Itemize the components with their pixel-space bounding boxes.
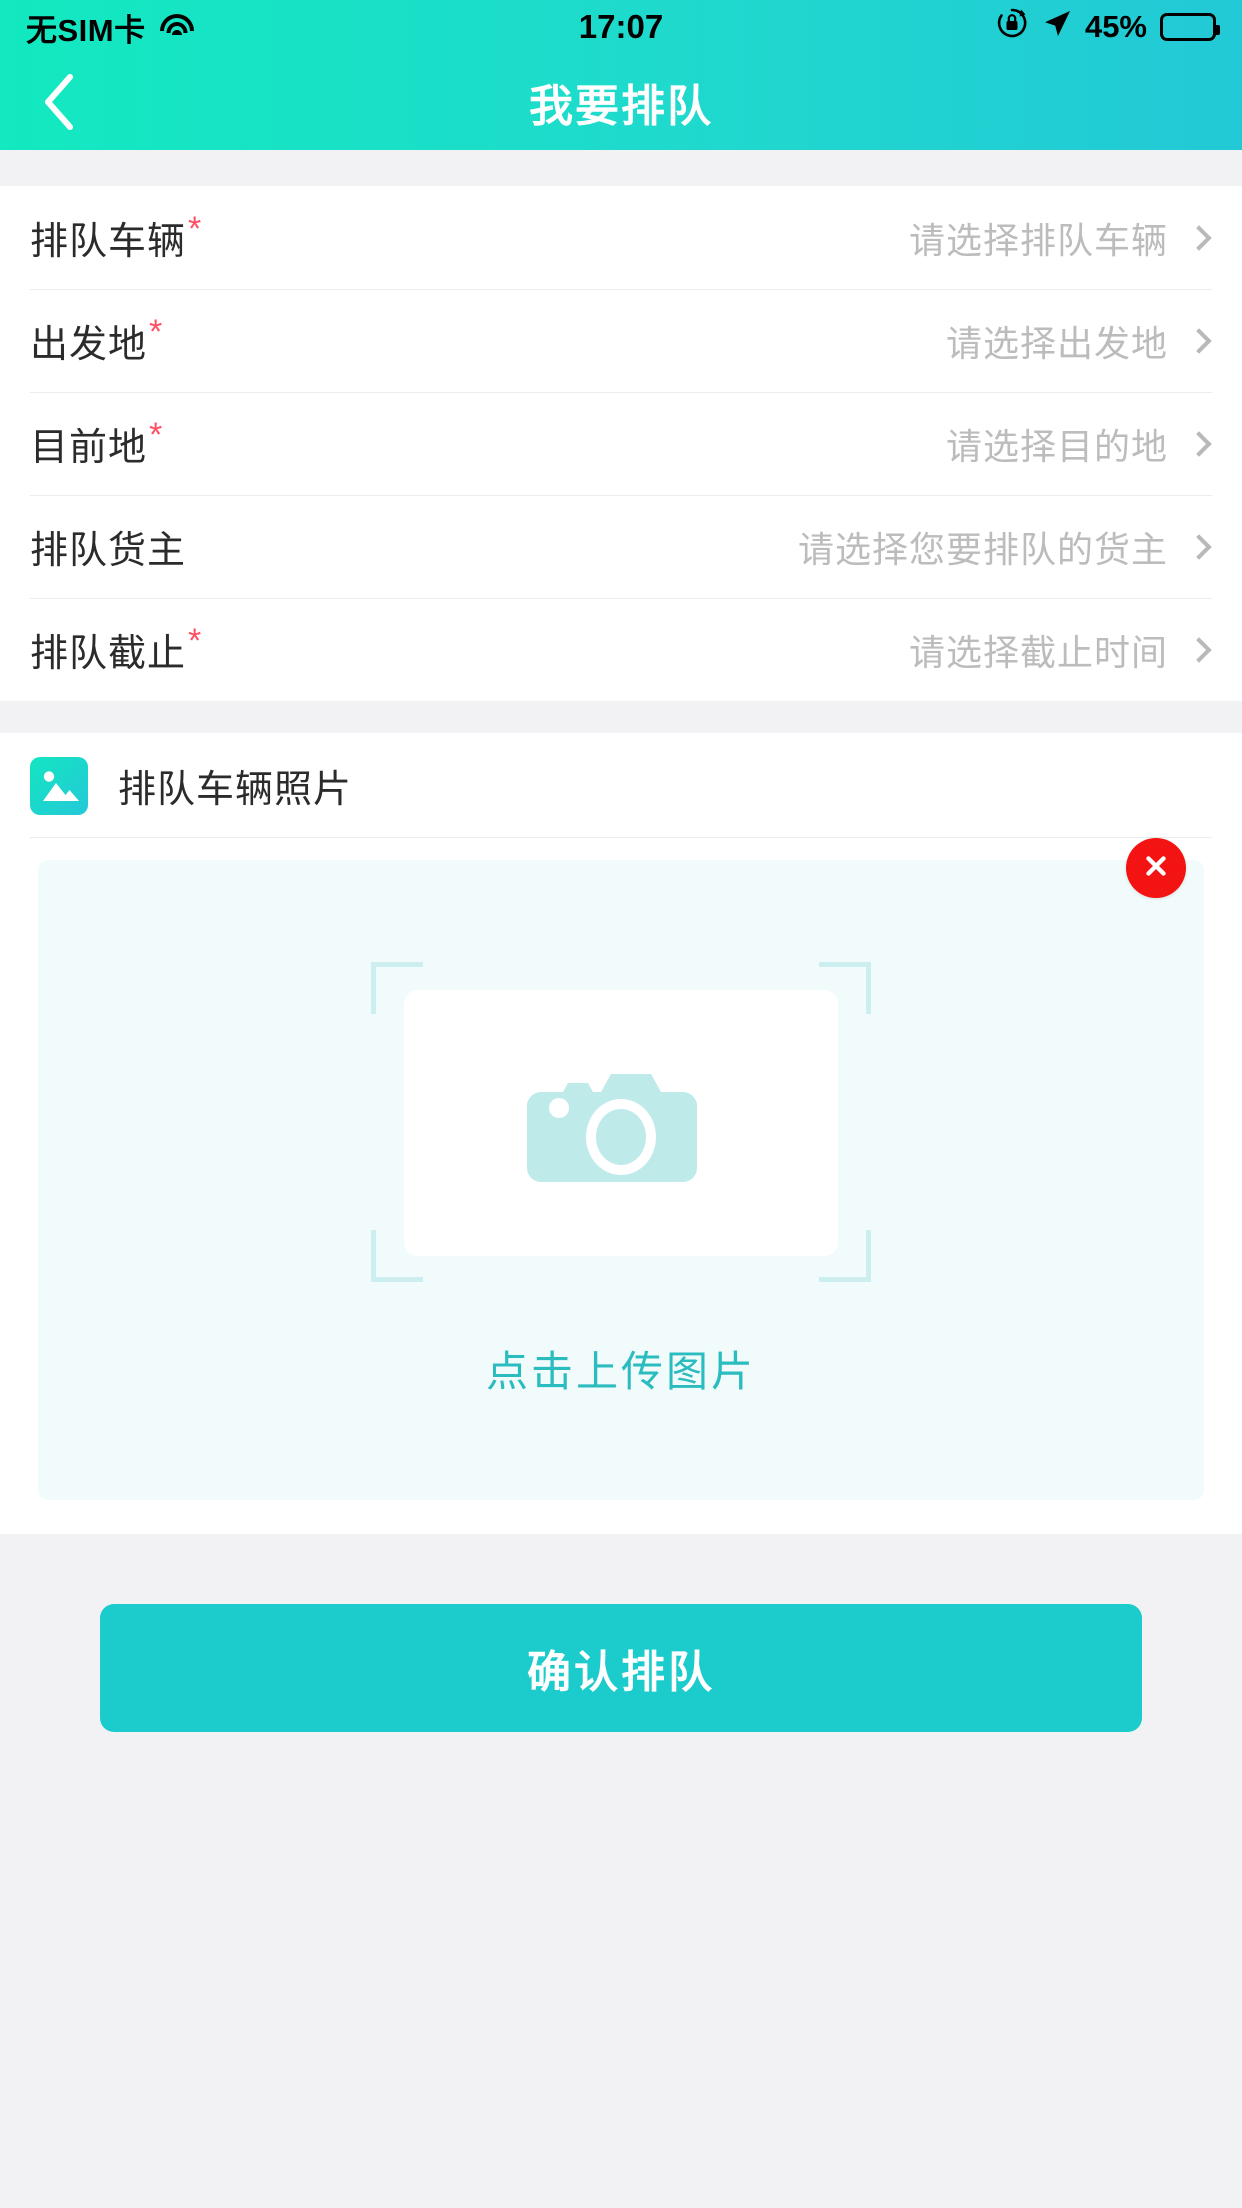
- back-button[interactable]: [0, 54, 120, 150]
- remove-photo-button[interactable]: [1126, 838, 1186, 898]
- submit-area: 确认排队: [0, 1534, 1242, 1732]
- row-placeholder: 请选择目的地: [945, 425, 1168, 467]
- row-label-text: 出发地: [30, 324, 148, 366]
- row-placeholder: 请选择排队车辆: [908, 219, 1168, 261]
- form-row-destination[interactable]: 目前地 * 请选择目的地: [0, 392, 1242, 495]
- required-asterisk: *: [149, 416, 164, 454]
- status-bar: 无SIM卡 17:07 45%: [0, 0, 1242, 54]
- row-placeholder: 请选择出发地: [945, 322, 1168, 364]
- row-right: 请选择排队车辆: [909, 212, 1212, 264]
- wifi-icon: [159, 14, 194, 40]
- required-asterisk: *: [188, 210, 203, 248]
- row-label: 排队货主: [30, 519, 186, 574]
- camera-icon: [521, 1040, 721, 1205]
- row-label: 出发地 *: [30, 313, 163, 368]
- form-row-queue-vehicle[interactable]: 排队车辆 * 请选择排队车辆: [0, 186, 1242, 289]
- close-circle-icon: [1139, 849, 1173, 888]
- row-right: 请选择截止时间: [909, 624, 1212, 676]
- battery-percent-label: 45%: [1084, 9, 1147, 44]
- upload-wrapper: 点击上传图片: [0, 838, 1242, 1534]
- chevron-right-icon: [1186, 327, 1212, 354]
- chevron-right-icon: [1186, 533, 1212, 560]
- row-label-text: 排队货主: [30, 530, 187, 572]
- carrier-label: 无SIM卡: [26, 12, 146, 48]
- page-title: 我要排队: [529, 82, 713, 131]
- form-row-cargo-owner[interactable]: 排队货主 请选择您要排队的货主: [0, 495, 1242, 598]
- section-gap-middle: [0, 701, 1242, 733]
- row-right: 请选择您要排队的货主: [798, 521, 1212, 573]
- rotation-lock-icon: [995, 6, 1029, 48]
- form-row-deadline[interactable]: 排队截止 * 请选择截止时间: [0, 598, 1242, 701]
- row-label: 目前地 *: [30, 416, 163, 471]
- row-label: 排队截止 *: [30, 622, 202, 677]
- photo-section: 排队车辆照片 点击上传图片: [0, 733, 1242, 1534]
- form-card: 排队车辆 * 请选择排队车辆 出发地 * 请选择出发地 目前地 * 请选择目的地…: [0, 186, 1242, 701]
- app-screen: 无SIM卡 17:07 45% 我要排队 排队车辆 * 请选择排队车辆 出发地 …: [0, 0, 1242, 2208]
- row-label-text: 排队截止: [30, 633, 187, 675]
- photo-section-title: 排队车辆照片: [118, 769, 353, 811]
- upload-hint-text: 点击上传图片: [485, 1347, 756, 1395]
- chevron-right-icon: [1186, 430, 1212, 457]
- row-right: 请选择出发地: [946, 315, 1212, 367]
- upload-dropzone[interactable]: 点击上传图片: [38, 838, 1204, 1500]
- camera-plate: [404, 989, 838, 1256]
- row-placeholder: 请选择截止时间: [908, 631, 1168, 673]
- navigation-bar: 我要排队: [0, 54, 1242, 150]
- row-label-text: 排队车辆: [30, 221, 187, 263]
- chevron-right-icon: [1186, 636, 1212, 663]
- image-icon: [30, 756, 88, 815]
- form-row-origin[interactable]: 出发地 * 请选择出发地: [0, 289, 1242, 392]
- status-bar-right: 45%: [995, 6, 1220, 48]
- battery-icon: [1160, 13, 1220, 41]
- confirm-queue-button[interactable]: 确认排队: [100, 1604, 1142, 1732]
- required-asterisk: *: [188, 622, 203, 660]
- row-label-text: 目前地: [30, 427, 148, 469]
- photo-section-header: 排队车辆照片: [0, 733, 1242, 838]
- row-right: 请选择目的地: [946, 418, 1212, 470]
- photo-frame-guide: [371, 961, 871, 1282]
- status-bar-left: 无SIM卡: [26, 5, 194, 50]
- chevron-right-icon: [1186, 224, 1212, 251]
- section-gap-top: [0, 150, 1242, 186]
- location-arrow-icon: [1042, 8, 1072, 46]
- row-label: 排队车辆 *: [30, 210, 202, 265]
- chevron-left-icon: [38, 71, 82, 133]
- row-placeholder: 请选择您要排队的货主: [797, 528, 1168, 570]
- required-asterisk: *: [149, 313, 164, 351]
